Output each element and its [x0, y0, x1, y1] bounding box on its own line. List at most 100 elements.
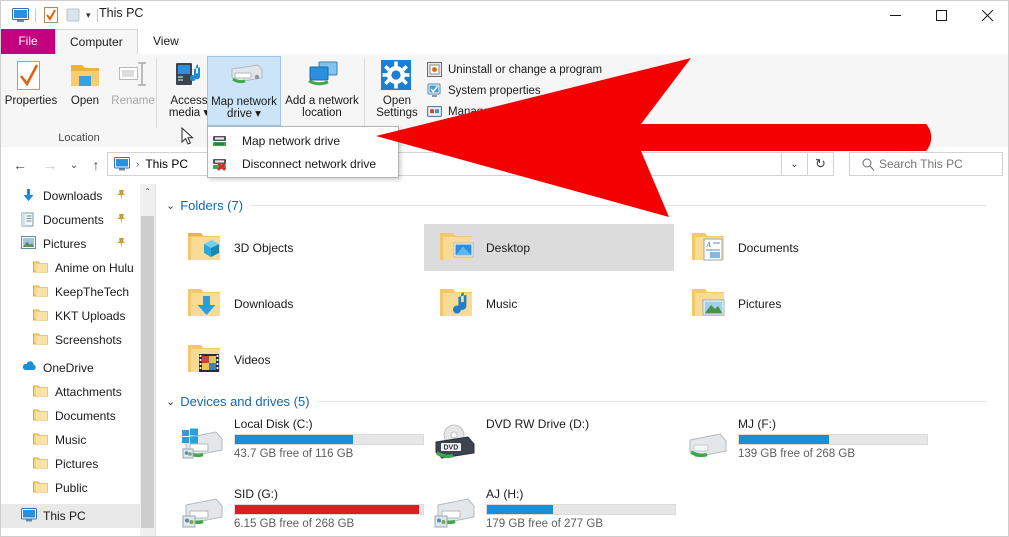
this-pc-icon[interactable] [9, 5, 31, 25]
folder-tile-pictures[interactable]: Pictures [676, 280, 926, 327]
tab-file[interactable]: File [1, 29, 55, 54]
chevron-down-icon[interactable]: ⌄ [166, 395, 175, 408]
menu-item-map-network-drive[interactable]: Map network drive [208, 129, 398, 152]
new-folder-icon[interactable] [62, 5, 84, 25]
pin-icon[interactable] [115, 237, 127, 249]
rename-icon [117, 60, 149, 92]
folder-tile-desktop[interactable]: Desktop [424, 224, 674, 271]
sidebar-item-attachments[interactable]: Attachments [1, 380, 140, 404]
system-properties-item[interactable]: System properties [427, 80, 602, 101]
drive-label: DVD RW Drive (D:) [486, 417, 590, 431]
manage-item[interactable]: Manage [427, 101, 602, 122]
scroll-up-arrow-icon[interactable]: ⌃ [140, 184, 155, 199]
ribbon-group-location: Properties Open Rename Location [1, 54, 157, 147]
folder-icon [33, 384, 49, 400]
navigation-pane-scrollbar[interactable]: ⌃ [140, 184, 155, 536]
mouse-cursor-icon [181, 126, 194, 149]
properties-icon[interactable] [40, 5, 62, 25]
folder-tile-downloads[interactable]: Downloads [172, 280, 422, 327]
drive-free-space: 179 GB free of 277 GB [486, 518, 603, 530]
add-network-location-label-l2: location [302, 107, 342, 119]
drive-tile-aj-h[interactable]: AJ (H:) 179 GB free of 277 GB [424, 486, 714, 536]
folder-icon [33, 308, 49, 324]
folder-music-icon [436, 284, 476, 324]
menu-item-disconnect-network-drive[interactable]: Disconnect network drive [208, 152, 398, 175]
back-button[interactable]: ← [9, 154, 31, 176]
pin-icon[interactable] [115, 189, 127, 201]
tab-computer[interactable]: Computer [55, 29, 138, 55]
folder-tile-music[interactable]: Music [424, 280, 674, 327]
pin-icon[interactable] [115, 213, 127, 225]
add-network-location-button[interactable]: Add a network location [283, 56, 361, 126]
sidebar-item-keepthetech[interactable]: KeepTheTech [1, 280, 140, 304]
access-media-label-l1: Access [170, 95, 208, 107]
drive-tile-mj-f[interactable]: MJ (F:) 139 GB free of 268 GB [676, 416, 966, 466]
sidebar-item-anime-on-hulu[interactable]: Anime on Hulu [1, 256, 140, 280]
sidebar-label: This PC [43, 509, 86, 523]
rename-label: Rename [111, 95, 155, 107]
title-bar: ▾ This PC [1, 1, 1008, 29]
sidebar-item-this-pc[interactable]: This PC [1, 504, 140, 528]
folder-tile-label: Pictures [738, 296, 782, 311]
drive-capacity-fill [235, 435, 354, 444]
folder-desktop-icon [436, 228, 476, 268]
drive-tile-local-disk-c[interactable]: Local Disk (C:) 43.7 GB free of 116 GB [172, 416, 462, 466]
minimize-button[interactable] [872, 1, 918, 29]
open-settings-button[interactable]: Open Settings [369, 56, 425, 126]
tab-view[interactable]: View [139, 29, 193, 54]
network-hard-drive-icon [180, 492, 226, 532]
open-settings-label-l1: Open [382, 95, 412, 107]
sidebar-item-music-onedrive[interactable]: Music [1, 428, 140, 452]
drive-free-space: 139 GB free of 268 GB [738, 448, 855, 460]
folder-tile-label: Documents [738, 240, 799, 255]
access-media-label: Access media ▾ [169, 95, 209, 119]
folder-icon [33, 456, 49, 472]
sidebar-item-onedrive[interactable]: OneDrive [1, 356, 140, 380]
folder-tile-documents[interactable]: A Documents [676, 224, 926, 271]
sidebar-item-pictures-onedrive[interactable]: Pictures [1, 452, 140, 476]
recent-locations-button[interactable]: ⌄ [63, 154, 85, 176]
folder-tile-label: Music [486, 296, 518, 311]
sidebar-item-kkt-uploads[interactable]: KKT Uploads [1, 304, 140, 328]
uninstall-program-label: Uninstall or change a program [448, 63, 603, 76]
sidebar-item-screenshots[interactable]: Screenshots [1, 328, 140, 352]
drive-capacity-bar [486, 504, 676, 515]
open-label: Open [70, 95, 100, 107]
sidebar-label: Documents [55, 409, 116, 423]
sidebar-item-documents-onedrive[interactable]: Documents [1, 404, 140, 428]
dvd-drive-icon: DVD [432, 422, 478, 462]
up-button[interactable]: ↑ [85, 154, 107, 176]
sidebar-item-downloads[interactable]: Downloads [1, 184, 140, 208]
chevron-down-icon[interactable]: ⌄ [166, 199, 175, 212]
maximize-button[interactable] [918, 1, 964, 29]
address-dropdown-caret-icon[interactable]: ⌄ [782, 152, 808, 176]
drive-tile-dvd-rw-d[interactable]: DVD DVD RW Drive (D:) [424, 416, 714, 466]
sidebar-item-documents-quick[interactable]: Documents [1, 208, 140, 232]
open-folder-icon [69, 60, 101, 92]
uninstall-program-item[interactable]: Uninstall or change a program [427, 59, 602, 80]
properties-button[interactable]: Properties [3, 56, 59, 126]
scrollbar-thumb[interactable] [141, 216, 154, 528]
address-bar: ← → ⌄ ↑ › This PC ⌄ ↻ Search This PC [1, 147, 1008, 182]
quick-access-toolbar: ▾ [9, 5, 102, 25]
search-input[interactable]: Search This PC [849, 152, 1003, 176]
map-network-drive-button[interactable]: Map network drive ▾ [207, 56, 281, 126]
window-title: This PC [99, 6, 144, 20]
system-properties-icon [427, 83, 443, 99]
qat-dropdown-caret[interactable]: ▾ [84, 10, 93, 21]
group-header-devices-and-drives[interactable]: ⌄ Devices and drives (5) [166, 394, 986, 409]
sidebar-item-pictures-quick[interactable]: Pictures [1, 232, 140, 256]
properties-icon [15, 60, 47, 92]
refresh-icon[interactable]: ↻ [808, 152, 834, 176]
sidebar-item-public[interactable]: Public [1, 476, 140, 500]
drive-tile-sid-g[interactable]: SID (G:) 6.15 GB free of 268 GB [172, 486, 462, 536]
folder-tile-3d-objects[interactable]: 3D Objects [172, 224, 422, 271]
file-explorer-window: ▾ This PC File Computer View ⌃ ? [0, 0, 1009, 537]
search-placeholder: Search This PC [879, 157, 963, 171]
breadcrumb-this-pc[interactable]: This PC [145, 157, 188, 171]
drive-capacity-fill [235, 505, 420, 514]
sidebar-label: Documents [43, 213, 104, 227]
close-button[interactable] [964, 1, 1008, 29]
group-header-folders[interactable]: ⌄ Folders (7) [166, 198, 986, 213]
folder-tile-videos[interactable]: Videos [172, 336, 422, 383]
